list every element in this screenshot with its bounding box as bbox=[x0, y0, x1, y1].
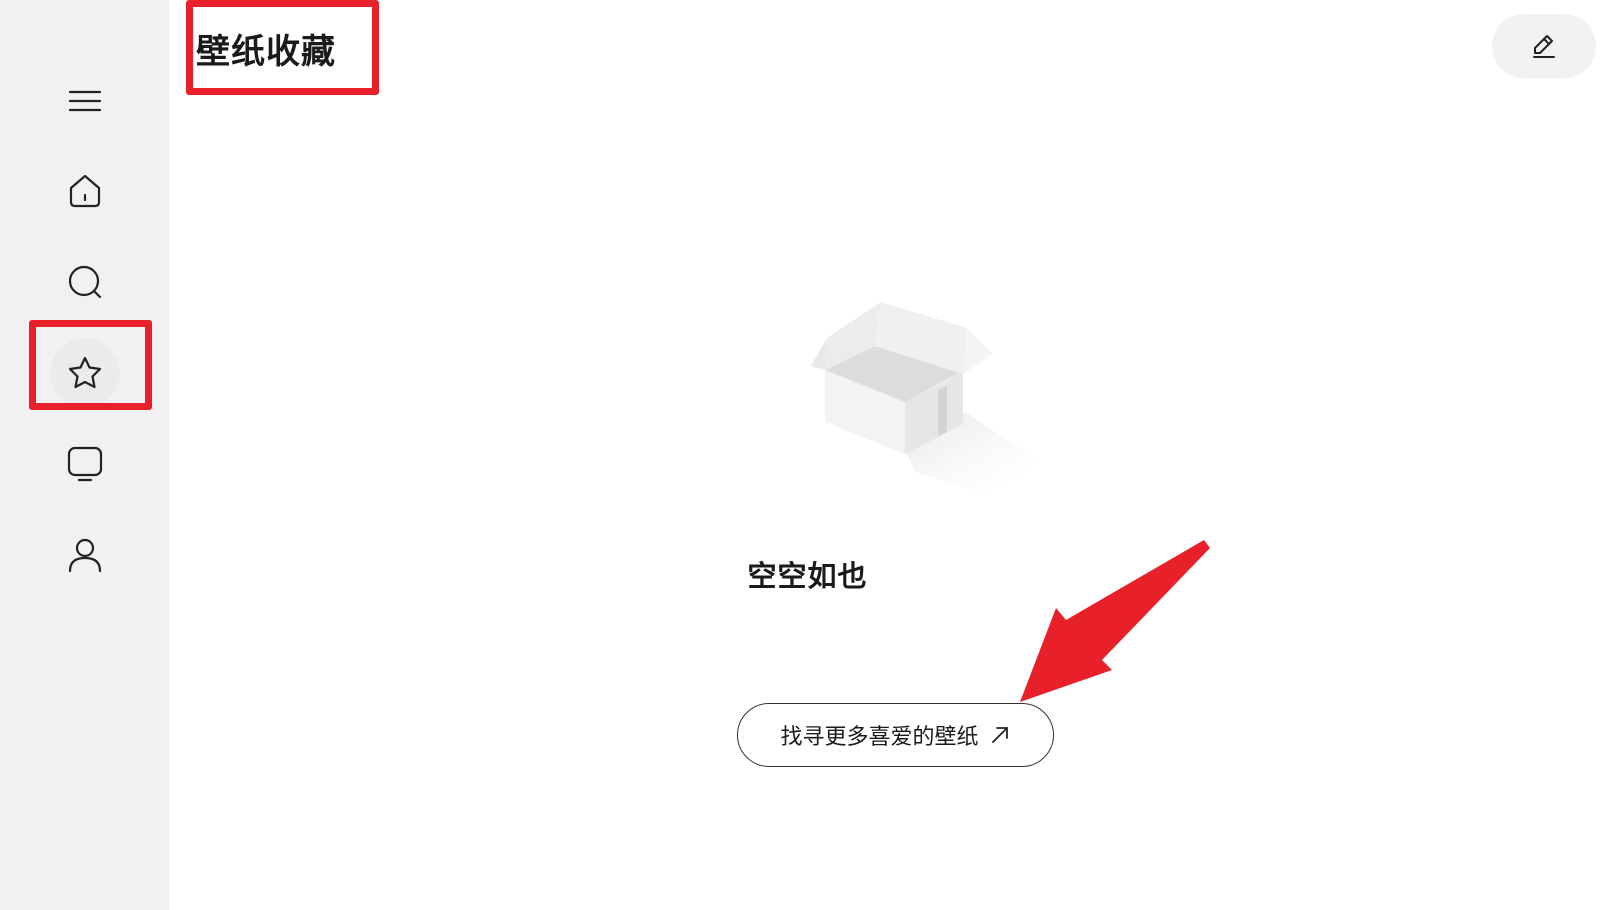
sidebar-item-search[interactable] bbox=[50, 247, 120, 317]
sidebar bbox=[0, 0, 169, 910]
find-more-wallpapers-button[interactable]: 找寻更多喜爱的壁纸 bbox=[737, 703, 1054, 767]
menu-icon bbox=[68, 90, 102, 112]
edit-button[interactable] bbox=[1492, 14, 1596, 78]
annotation-arrow bbox=[1020, 540, 1210, 702]
sidebar-item-display[interactable] bbox=[50, 429, 120, 499]
monitor-icon bbox=[67, 446, 103, 482]
search-icon bbox=[68, 265, 102, 299]
highlight-title-box bbox=[186, 0, 379, 95]
home-icon bbox=[69, 174, 101, 208]
open-box-illustration bbox=[811, 302, 1041, 492]
highlight-favorites-box bbox=[29, 320, 152, 410]
find-more-label: 找寻更多喜爱的壁纸 bbox=[780, 725, 979, 750]
empty-state-message: 空空如也 bbox=[747, 559, 868, 593]
arrow-up-right-icon bbox=[991, 727, 1008, 743]
pencil-icon bbox=[1533, 35, 1555, 58]
sidebar-item-menu[interactable] bbox=[50, 66, 120, 136]
sidebar-item-home[interactable] bbox=[50, 156, 120, 226]
